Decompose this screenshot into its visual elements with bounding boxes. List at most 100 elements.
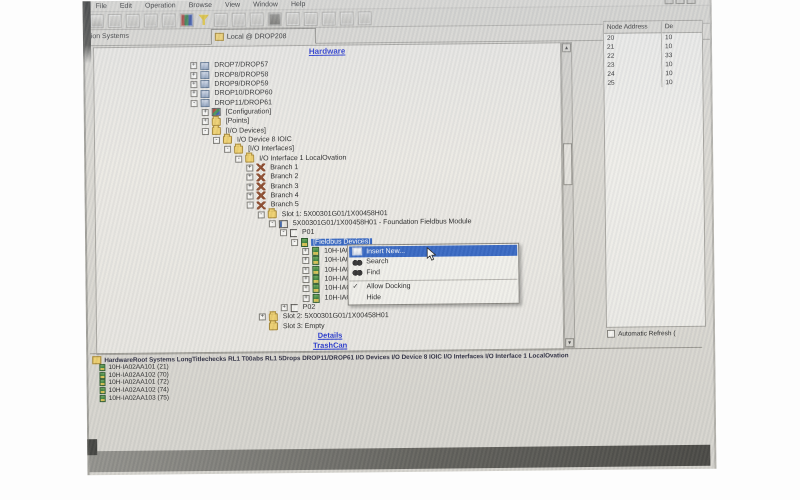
undo-icon[interactable] [108, 13, 122, 27]
minimize-icon[interactable] [665, 0, 674, 4]
table-row[interactable]: 25 10 [604, 78, 702, 88]
copy-icon[interactable] [144, 13, 158, 27]
open-icon[interactable] [214, 12, 228, 26]
tree-node-label[interactable]: [I/O Interfaces] [246, 145, 296, 153]
expander-toggle[interactable]: + [302, 257, 309, 264]
expander-toggle[interactable]: + [302, 248, 309, 255]
automatic-refresh-checkbox[interactable] [607, 330, 615, 338]
expander-toggle[interactable]: + [190, 72, 197, 79]
expander-toggle[interactable]: + [259, 314, 266, 321]
maximize-icon[interactable] [676, 0, 685, 4]
tree-indent [94, 65, 190, 67]
filter-icon[interactable] [198, 13, 210, 25]
node-address-panel: Node Address De 20 10 21 10 2 [603, 20, 706, 328]
tree-indent [95, 112, 202, 114]
device-cell: 10 [662, 34, 702, 41]
expander-toggle[interactable]: - [291, 239, 298, 246]
expander-toggle[interactable]: + [202, 109, 209, 116]
expander-toggle[interactable]: - [280, 230, 287, 237]
device-icon [301, 238, 308, 247]
tree-node-label[interactable]: Slot 3: Empty [281, 323, 327, 330]
device-cell: 10 [662, 43, 702, 50]
tree-node-label[interactable]: Slot 2: 5X00301G01/1X00458H01 [281, 313, 391, 321]
tree-node-label[interactable]: [I/O Devices] [224, 127, 268, 134]
tree-node-label[interactable]: Branch 4 [269, 192, 301, 199]
save-icon[interactable] [232, 12, 246, 26]
expander-toggle[interactable]: + [190, 62, 197, 69]
menu-item[interactable]: View [225, 1, 240, 8]
device-result-label: 10H-IA02AA101 (72) [108, 379, 168, 387]
expander-toggle[interactable]: + [246, 183, 253, 190]
find-icon[interactable] [340, 11, 354, 25]
expander-toggle[interactable]: - [202, 128, 209, 135]
scroll-down-icon[interactable]: ▼ [565, 338, 574, 347]
expander-toggle[interactable]: + [247, 193, 254, 200]
binoculars-icon [352, 269, 362, 277]
scroll-up-icon[interactable]: ▲ [562, 43, 571, 52]
camera-icon[interactable] [268, 12, 282, 26]
expander-toggle[interactable]: - [269, 220, 276, 227]
expander-toggle[interactable]: - [247, 202, 254, 209]
expander-toggle[interactable]: - [213, 137, 220, 144]
expander-toggle[interactable]: - [235, 155, 242, 162]
tree-node-label[interactable]: [Points] [224, 118, 251, 125]
refresh-icon[interactable] [322, 11, 336, 25]
expander-toggle[interactable]: + [246, 164, 253, 171]
device-column-header[interactable]: De [662, 23, 702, 30]
tree-node-label[interactable]: DROP11/DROP61 [213, 99, 275, 107]
palette-icon[interactable] [180, 13, 194, 27]
tree-node-label[interactable]: I/O Interface 1 LocalOvation [257, 154, 348, 162]
device-result-label: 10H-IA02AA101 (21) [108, 364, 168, 372]
expander-toggle[interactable]: + [281, 304, 288, 311]
expander-toggle[interactable]: - [191, 100, 198, 107]
expander-toggle[interactable]: + [190, 81, 197, 88]
scrollbar-thumb[interactable] [563, 143, 572, 185]
tree-node-label[interactable]: P02 [301, 304, 318, 311]
tree-node-label[interactable]: DROP8/DROP58 [212, 71, 270, 79]
expander-toggle[interactable]: + [302, 267, 309, 274]
expander-toggle[interactable]: + [303, 285, 310, 292]
tree-node-label[interactable]: I/O Device 8 IOIC [235, 136, 294, 144]
tree-node-label[interactable]: Branch 1 [268, 164, 300, 171]
expander-toggle[interactable]: + [246, 174, 253, 181]
folder-icon [269, 323, 278, 331]
device-icon [312, 247, 319, 256]
cut-icon[interactable] [126, 13, 140, 27]
expander-toggle[interactable]: + [202, 118, 209, 125]
tree-node-label[interactable]: Branch 2 [268, 173, 300, 180]
tree-indent [96, 223, 269, 226]
tree-node-label[interactable]: DROP7/DROP57 [212, 62, 270, 70]
tree-node-label[interactable]: DROP10/DROP60 [212, 90, 274, 98]
fieldbus-device-icon [100, 387, 106, 394]
expander-toggle[interactable]: + [302, 276, 309, 283]
select-icon[interactable] [286, 12, 300, 26]
tree-node-label[interactable]: P01 [300, 229, 317, 236]
paste-special-icon[interactable] [250, 12, 264, 26]
tree-node-label[interactable]: DROP9/DROP59 [212, 80, 270, 88]
menu-item[interactable]: Help [291, 0, 305, 7]
node-address-column-header[interactable]: Node Address [604, 21, 662, 33]
tree-node-label[interactable]: Branch 3 [268, 183, 300, 190]
tab-local-drop208[interactable]: Local @ DROP208 [211, 28, 316, 45]
menu-item[interactable]: File [96, 3, 107, 10]
menu-item[interactable]: Operation [145, 2, 176, 9]
expander-toggle[interactable]: + [303, 295, 310, 302]
tree-node-label[interactable]: Slot 1: 5X00301G01/1X00458H01 [280, 210, 390, 218]
snapshot-icon[interactable] [358, 11, 372, 25]
fieldbus-device-icon [99, 364, 105, 371]
tree-scrollbar[interactable]: ▲ ▼ [561, 42, 575, 348]
menu-item[interactable]: Edit [120, 2, 132, 9]
context-menu-item[interactable]: Find [349, 266, 517, 278]
automatic-refresh-label: Automatic Refresh ( [618, 330, 676, 338]
print-icon[interactable] [90, 14, 104, 28]
expander-toggle[interactable]: - [258, 211, 265, 218]
context-menu-item[interactable]: Hide [350, 291, 518, 303]
menu-item[interactable]: Window [253, 1, 278, 8]
close-icon[interactable] [687, 0, 696, 4]
menu-item[interactable]: Browse [189, 1, 212, 8]
paste-icon[interactable] [162, 13, 176, 27]
expander-toggle[interactable]: - [224, 146, 231, 153]
delete-icon[interactable] [304, 11, 318, 25]
tree-node-label[interactable]: [Configuration] [224, 108, 274, 116]
expander-toggle[interactable]: + [190, 90, 197, 97]
